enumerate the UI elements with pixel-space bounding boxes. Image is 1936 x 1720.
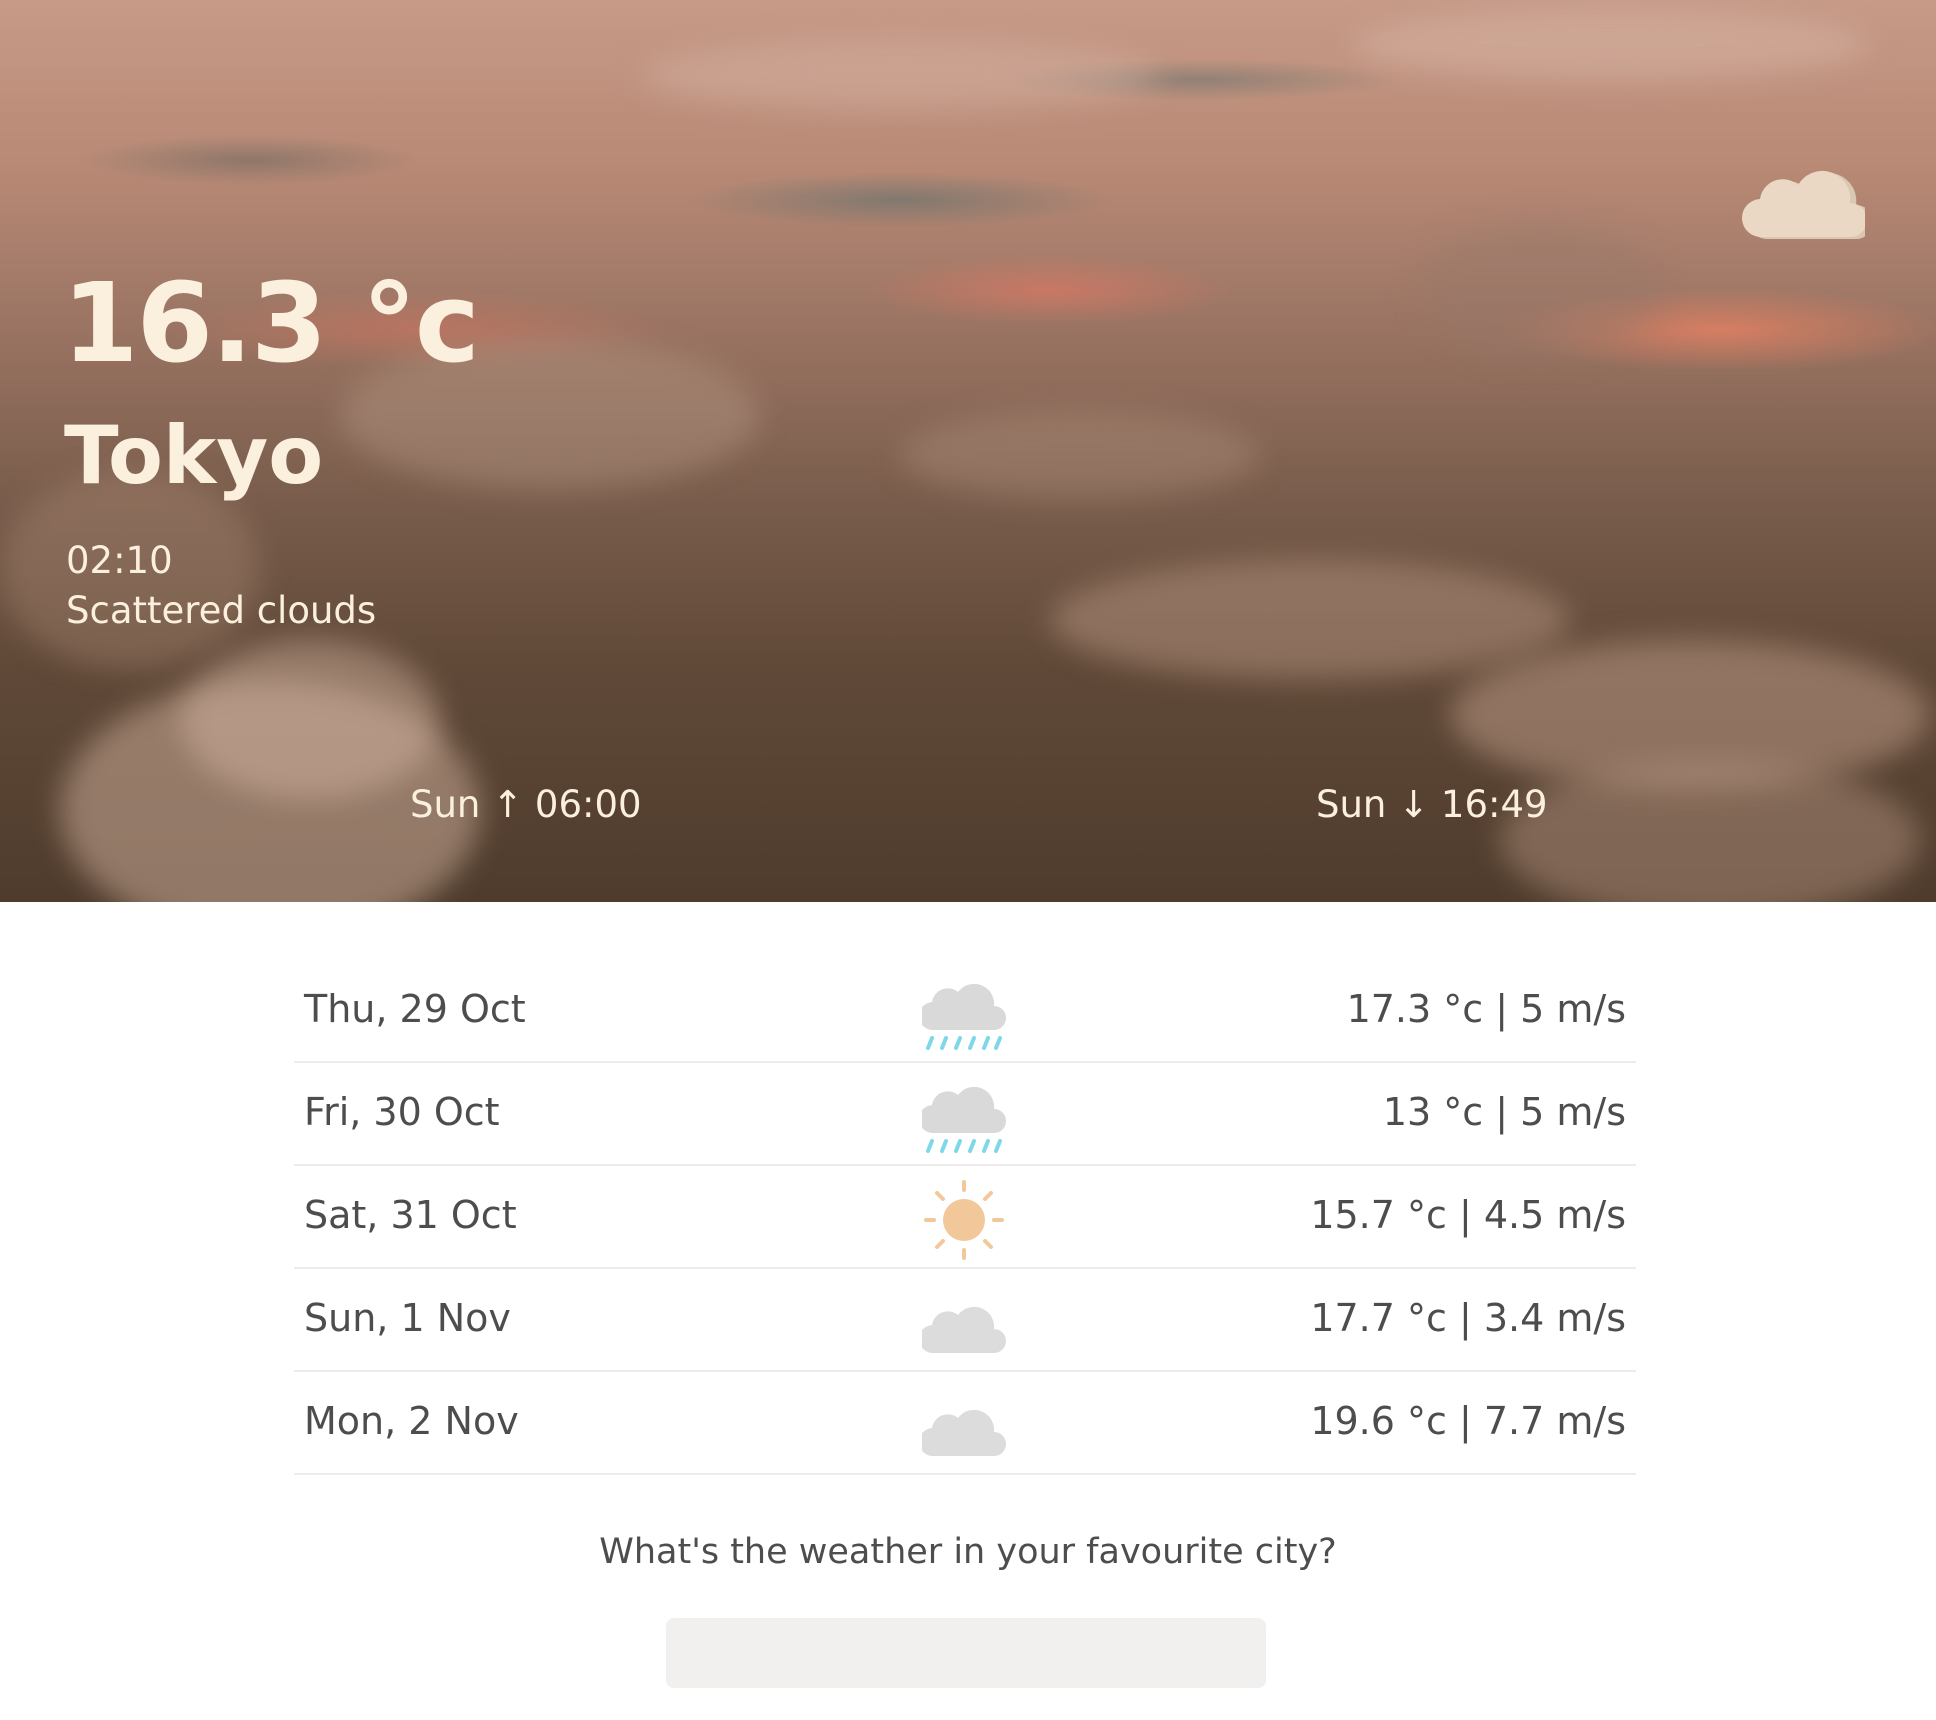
city-name: Tokyo xyxy=(64,409,324,502)
forecast-row: Thu, 29 Oct 17.3 °c | 5 m/s xyxy=(294,960,1636,1063)
background-cloud xyxy=(640,40,1160,110)
forecast-day: Thu, 29 Oct xyxy=(304,987,526,1031)
background-cloud xyxy=(180,640,440,800)
rain-icon xyxy=(922,1086,1006,1153)
forecast-temp-wind: 17.7 °c | 3.4 m/s xyxy=(1310,1296,1626,1340)
background-cloud xyxy=(1050,560,1570,680)
sunset-time: Sun ↓ 16:49 xyxy=(1316,783,1548,826)
forecast-row: Sun, 1 Nov 17.7 °c | 3.4 m/s xyxy=(294,1269,1636,1372)
cloud-icon xyxy=(922,1306,1006,1354)
forecast-temp-wind: 13 °c | 5 m/s xyxy=(1382,1090,1626,1134)
forecast-day: Fri, 30 Oct xyxy=(304,1090,500,1134)
background-cloud xyxy=(1500,760,1920,902)
forecast-list: Thu, 29 Oct 17.3 °c | 5 m/s Fri, 30 Oct xyxy=(294,960,1636,1475)
forecast-row: Sat, 31 Oct 15.7 °c | 4.5 m/s xyxy=(294,1166,1636,1269)
cloud-icon xyxy=(1741,170,1865,240)
background-cloud xyxy=(900,410,1260,500)
forecast-row: Fri, 30 Oct 13 °c | 5 m/s xyxy=(294,1063,1636,1166)
forecast-temp-wind: 19.6 °c | 7.7 m/s xyxy=(1310,1399,1626,1443)
forecast-row: Mon, 2 Nov 19.6 °c | 7.7 m/s xyxy=(294,1372,1636,1475)
city-search-input[interactable] xyxy=(666,1618,1266,1688)
sun-icon xyxy=(924,1180,1004,1260)
forecast-temp-wind: 15.7 °c | 4.5 m/s xyxy=(1310,1193,1626,1237)
forecast-day: Sat, 31 Oct xyxy=(304,1193,517,1237)
forecast-temp-wind: 17.3 °c | 5 m/s xyxy=(1346,987,1626,1031)
background-cloud xyxy=(1350,10,1870,80)
current-temperature: 16.3 °c xyxy=(62,259,480,387)
sunrise-time: Sun ↑ 06:00 xyxy=(410,783,642,826)
weather-description: Scattered clouds xyxy=(66,589,377,632)
forecast-day: Mon, 2 Nov xyxy=(304,1399,519,1443)
background-cloud xyxy=(1420,220,1660,360)
local-time: 02:10 xyxy=(66,539,173,582)
cloud-icon xyxy=(922,1409,1006,1457)
rain-icon xyxy=(922,983,1006,1050)
forecast-day: Sun, 1 Nov xyxy=(304,1296,511,1340)
search-prompt: What's the weather in your favourite cit… xyxy=(599,1532,1337,1572)
hero-banner: 16.3 °c Tokyo 02:10 Scattered clouds Sun… xyxy=(0,0,1936,902)
